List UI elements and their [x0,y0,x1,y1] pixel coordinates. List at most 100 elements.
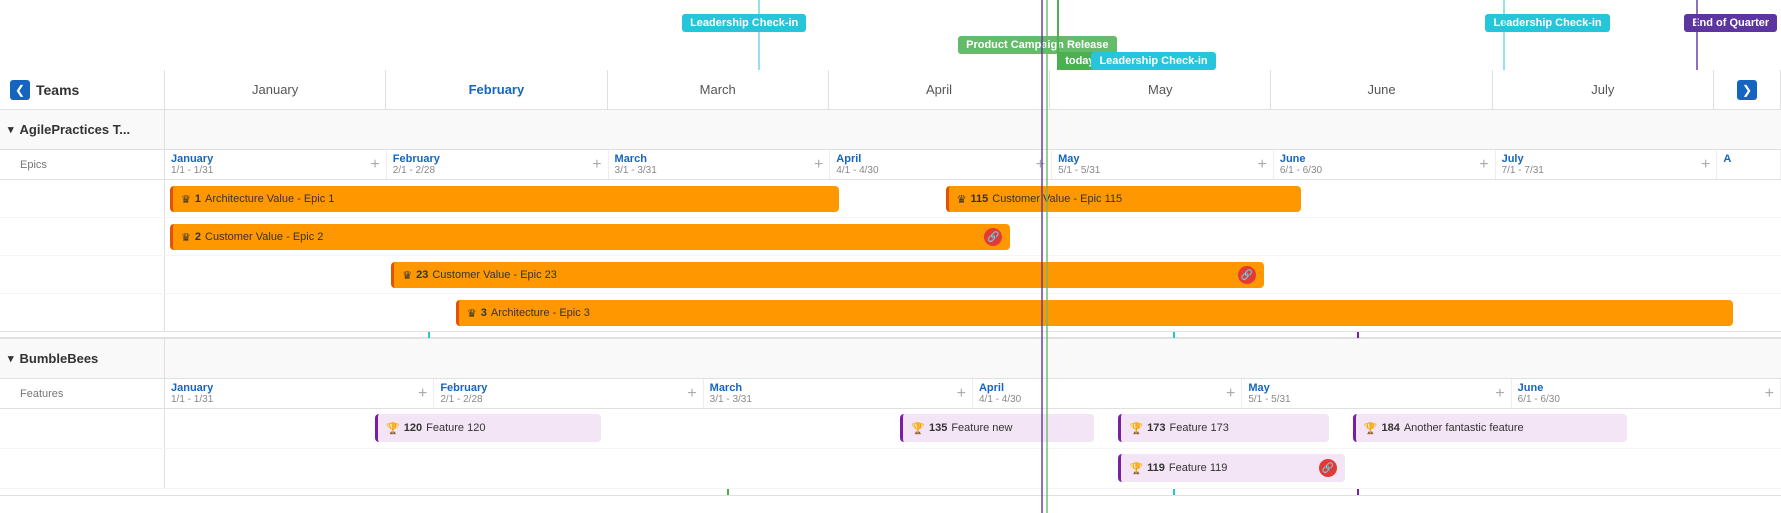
team1-mar-cell: March 3/1 - 3/31 + [609,150,831,179]
feature-120-id: 120 [404,422,422,434]
epic-row-1-grid: ♛ 1 Architecture Value - Epic 1 ♛ 115 Cu… [165,180,1781,217]
team1-feb-cell: February 2/1 - 2/28 + [387,150,609,179]
team2-jun-add[interactable]: + [1765,386,1774,402]
epic-row-2: ♛ 2 Customer Value - Epic 2 🔗 [0,218,1781,256]
epic-bar-1[interactable]: ♛ 1 Architecture Value - Epic 1 [170,186,839,212]
month-header-apr: April [829,70,1050,109]
team1-feb-add[interactable]: + [592,157,601,173]
crown-icon-115: ♛ [957,193,967,206]
teal-marker-bottom-3 [1173,332,1175,338]
team1-jan-add[interactable]: + [370,157,379,173]
epic-row-3: ♛ 23 Customer Value - Epic 23 🔗 [0,256,1781,294]
team-group-agile: ▾ AgilePractices T... Epics January 1/1 … [0,110,1781,339]
team2-mar-cell: March 3/1 - 3/31 + [704,379,973,408]
nav-left-button[interactable]: ❮ [10,80,30,100]
team1-apr-add[interactable]: + [1036,157,1045,173]
link-icon-119[interactable]: 🔗 [1319,459,1337,477]
trophy-icon-119: 🏆 [1129,462,1143,475]
team2-apr-add[interactable]: + [1226,386,1235,402]
vline-leadership-3 [1503,0,1505,70]
timeline-container: Leadership Check-in End of Quarter Produ… [0,0,1781,513]
feature-184-label: Another fantastic feature [1404,422,1524,434]
team2-feb-cell: February 2/1 - 2/28 + [434,379,703,408]
feature-135-id: 135 [929,422,947,434]
feature-row-2: 🏆 119 Feature 119 🔗 [0,449,1781,489]
epic-row-4: ♛ 3 Architecture - Epic 3 [0,294,1781,332]
team2-mar-add[interactable]: + [957,386,966,402]
team1-sub-label: Epics [0,150,165,179]
trophy-icon-135: 🏆 [911,422,925,435]
epic-1-id: 1 [195,193,201,205]
feature-bar-173[interactable]: 🏆 173 Feature 173 [1118,414,1328,442]
marker-today: today [1057,52,1102,70]
vline-leadership-1 [758,0,760,70]
epic-bar-115[interactable]: ♛ 115 Customer Value - Epic 115 [946,186,1302,212]
team2-feb-add[interactable]: + [687,386,696,402]
team1-apr-cell: April 4/1 - 4/30 + [830,150,1052,179]
trophy-icon-120: 🏆 [386,422,400,435]
today-line [1057,0,1059,70]
month-header-jun: June [1271,70,1492,109]
feature-184-id: 184 [1381,422,1399,434]
team1-may-add[interactable]: + [1257,157,1266,173]
team-group-bumblebees: ▾ BumbleBees Features January 1/1 - 1/31 [0,339,1781,496]
team2-apr-cell: April 4/1 - 4/30 + [973,379,1242,408]
team2-may-cell: May 5/1 - 5/31 + [1242,379,1511,408]
team1-jan-cell: January 1/1 - 1/31 + [165,150,387,179]
crown-icon-3: ♛ [467,307,477,320]
epic-bar-23[interactable]: ♛ 23 Customer Value - Epic 23 🔗 [391,262,1264,288]
epic-bar-2[interactable]: ♛ 2 Customer Value - Epic 2 🔗 [170,224,1010,250]
markers-row: Leadership Check-in End of Quarter Produ… [165,0,1781,70]
team1-jul-cell: July 7/1 - 7/31 + [1496,150,1718,179]
collapse-icon-bumblebees[interactable]: ▾ [8,352,14,365]
epic-row-3-grid: ♛ 23 Customer Value - Epic 23 🔗 [165,256,1781,293]
feature-row-1-sidebar [0,409,165,448]
team2-may-add[interactable]: + [1495,386,1504,402]
teal-marker-team2 [1173,489,1175,495]
team2-bottom-markers [0,489,1781,495]
feature-120-label: Feature 120 [426,422,485,434]
team2-sub-text: Features [20,388,63,400]
epic-2-id: 2 [195,231,201,243]
epic-row-3-sidebar [0,256,165,293]
marker-end-quarter-top: End of Quarter [1684,14,1777,32]
trophy-icon-184: 🏆 [1364,422,1378,435]
feature-bar-120[interactable]: 🏆 120 Feature 120 [375,414,601,442]
epic-row-1: ♛ 1 Architecture Value - Epic 1 ♛ 115 Cu… [0,180,1781,218]
link-icon-2[interactable]: 🔗 [984,228,1002,246]
team1-jun-cell: June 6/1 - 6/30 + [1274,150,1496,179]
vline-endquarter-top [1696,0,1698,70]
team1-sub-text: Epics [20,159,47,171]
team-name-agile: AgilePractices T... [20,122,131,137]
team1-jun-add[interactable]: + [1479,157,1488,173]
team1-bottom-markers [0,332,1781,338]
epic-3-label: Architecture - Epic 3 [491,307,590,319]
team2-jan-add[interactable]: + [418,386,427,402]
team1-mar-add[interactable]: + [814,157,823,173]
team1-may-cell: May 5/1 - 5/31 + [1052,150,1274,179]
feature-bar-184[interactable]: 🏆 184 Another fantastic feature [1353,414,1628,442]
team-row-agile: ▾ AgilePractices T... [0,110,1781,150]
month-header-may: May [1050,70,1271,109]
team1-jul-add[interactable]: + [1701,157,1710,173]
nav-right-button[interactable]: ❯ [1737,80,1757,100]
epic-row-4-grid: ♛ 3 Architecture - Epic 3 [165,294,1781,331]
feature-row-1-grid: 🏆 120 Feature 120 🏆 135 Feature new 🏆 17… [165,409,1781,448]
team-label-agile: ▾ AgilePractices T... [0,110,165,149]
feature-173-label: Feature 173 [1170,422,1229,434]
collapse-icon-agile[interactable]: ▾ [8,123,14,136]
feature-row-1: 🏆 120 Feature 120 🏆 135 Feature new 🏆 17… [0,409,1781,449]
feature-bar-135[interactable]: 🏆 135 Feature new [900,414,1094,442]
content-area: ▾ AgilePractices T... Epics January 1/1 … [0,110,1781,513]
link-icon-23[interactable]: 🔗 [1238,266,1256,284]
epic-2-label: Customer Value - Epic 2 [205,231,323,243]
feature-119-id: 119 [1147,462,1165,474]
marker-leadership-checkin-3: Leadership Check-in [1485,14,1609,32]
feature-bar-119[interactable]: 🏆 119 Feature 119 🔗 [1118,454,1344,482]
feature-173-id: 173 [1147,422,1165,434]
epic-115-label: Customer Value - Epic 115 [992,193,1122,205]
epic-bar-3[interactable]: ♛ 3 Architecture - Epic 3 [456,300,1733,326]
feature-135-label: Feature new [951,422,1012,434]
purple-marker-bottom [1357,332,1359,338]
feature-119-label: Feature 119 [1169,462,1228,474]
